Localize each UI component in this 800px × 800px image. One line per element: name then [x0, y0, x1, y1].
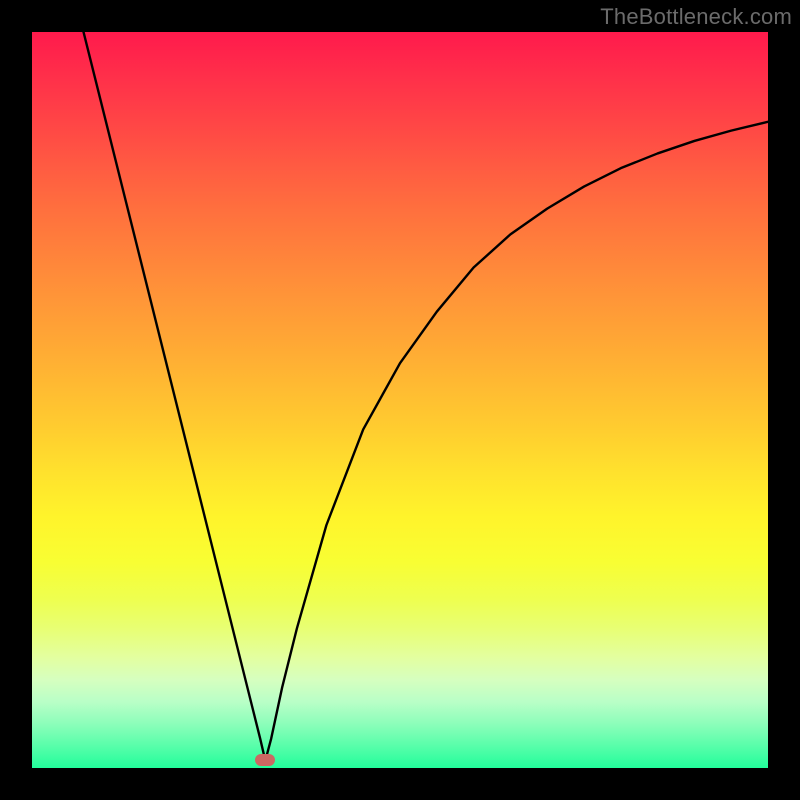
watermark-text: TheBottleneck.com	[600, 4, 792, 30]
plot-area	[32, 32, 768, 768]
chart-frame: TheBottleneck.com	[0, 0, 800, 800]
minimum-marker	[255, 754, 275, 766]
bottleneck-curve	[32, 32, 768, 768]
